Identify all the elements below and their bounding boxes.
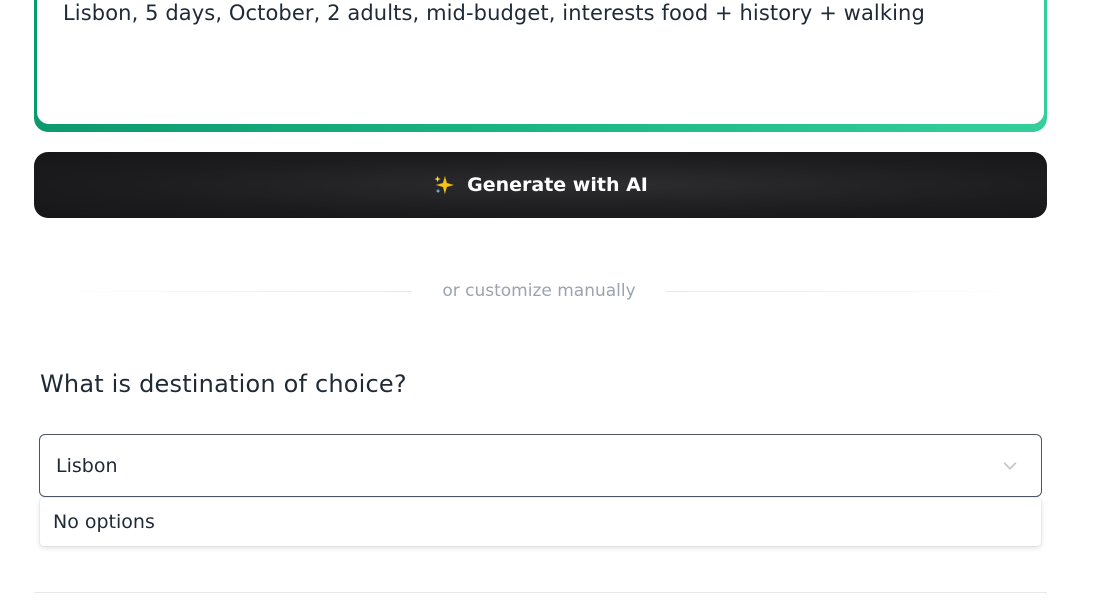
destination-select[interactable] (39, 434, 1042, 497)
generate-with-ai-button[interactable]: Generate with AI (34, 152, 1047, 218)
manual-divider: or customize manually (44, 278, 1035, 304)
destination-dropdown-menu: No options (40, 498, 1041, 546)
destination-question: What is destination of choice? (40, 370, 407, 398)
no-options-message: No options (53, 511, 155, 533)
divider-line-right (665, 290, 1035, 292)
trip-planner-page: Lisbon, 5 days, October, 2 adults, mid-b… (0, 0, 1100, 600)
divider-line-left (44, 290, 413, 292)
chevron-down-icon[interactable] (1001, 457, 1019, 475)
generate-button-label: Generate with AI (467, 174, 648, 196)
divider-label: or customize manually (442, 281, 636, 301)
ai-prompt-field[interactable]: Lisbon, 5 days, October, 2 adults, mid-b… (34, 0, 1047, 132)
destination-input[interactable] (56, 454, 1001, 477)
ai-prompt-text: Lisbon, 5 days, October, 2 adults, mid-b… (63, 1, 925, 25)
section-separator (34, 592, 1047, 593)
sparkle-icon (434, 175, 455, 195)
ai-prompt-textarea[interactable]: Lisbon, 5 days, October, 2 adults, mid-b… (37, 0, 1044, 124)
